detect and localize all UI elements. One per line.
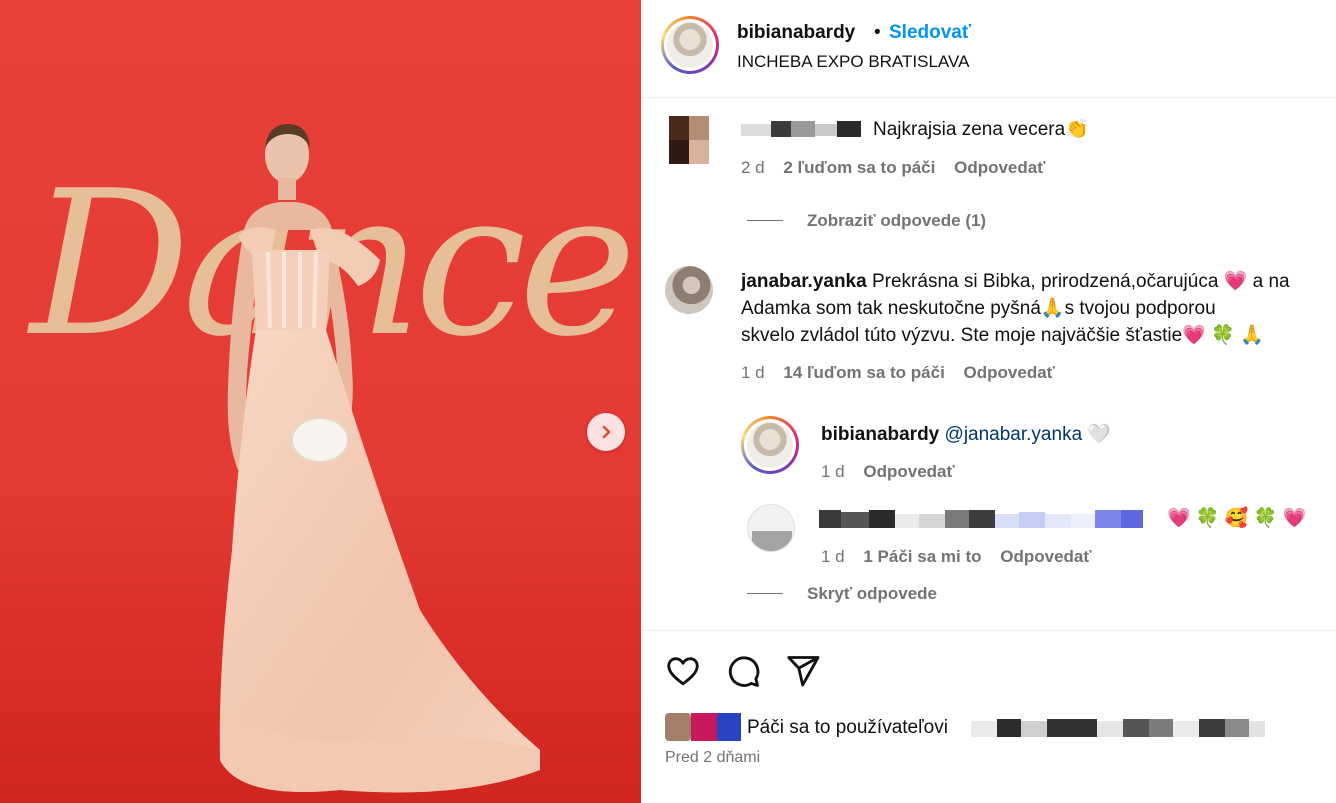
send-icon	[787, 656, 820, 687]
separator-dot: •	[874, 22, 881, 43]
comment-body: janabar.yanka Prekrásna si Bibka, prirod…	[741, 268, 1311, 349]
woman-in-gown-image	[219, 124, 540, 793]
reply-username[interactable]: bibianabardy	[821, 424, 939, 445]
share-button[interactable]	[785, 653, 821, 694]
comment-text-line-3: skvelo zvládol túto výzvu. Ste moje najv…	[741, 325, 1264, 346]
hide-replies-button[interactable]: Skryť odpovede	[807, 584, 937, 604]
comment-icon	[728, 656, 760, 687]
post-photo: Dance	[0, 0, 641, 803]
author-username[interactable]: bibianabardy	[737, 22, 855, 44]
reply-emojis: 💗 🍀 🥰 🍀 💗	[1167, 508, 1307, 529]
view-replies-button[interactable]: Zobraziť odpovede (1)	[807, 211, 986, 231]
redacted-liked-username	[971, 719, 1267, 739]
post-location[interactable]: INCHEBA EXPO BRATISLAVA	[737, 52, 969, 72]
commenter-avatar-blurred[interactable]	[665, 114, 713, 166]
comment-meta: 2 d 2 ľuďom sa to páči Odpovedať	[741, 158, 1045, 178]
liked-by-avatars[interactable]	[665, 713, 741, 743]
reply-meta: 1 d 1 Páči sa mi to Odpovedať	[821, 547, 1092, 567]
comment-time[interactable]: 2 d	[741, 158, 765, 177]
comment-meta: 1 d 14 ľuďom sa to páči Odpovedať	[741, 363, 1055, 383]
post-actions-bar: Páči sa to používateľovi Pred 2 dňami	[641, 630, 1336, 803]
post-side-panel: bibianabardy • Sledovať INCHEBA EXPO BRA…	[641, 0, 1336, 803]
reply-button[interactable]: Odpovedať	[964, 363, 1055, 382]
heart-icon	[667, 657, 699, 686]
commenter-avatar[interactable]	[665, 266, 713, 314]
reply-meta: 1 d Odpovedať	[821, 462, 955, 482]
commenter-username[interactable]: janabar.yanka	[741, 271, 867, 292]
reply-author-avatar[interactable]	[741, 416, 799, 474]
follow-button[interactable]: Sledovať	[889, 22, 971, 44]
replies-divider	[747, 593, 783, 594]
reply-button[interactable]: Odpovedať	[863, 462, 954, 481]
comment-text: Najkrajsia zena vecera👏	[873, 119, 1089, 140]
reply-emoji: 🤍	[1087, 424, 1112, 445]
post-header: bibianabardy • Sledovať INCHEBA EXPO BRA…	[641, 0, 1336, 98]
liked-by-text[interactable]: Páči sa to používateľovi	[747, 717, 948, 739]
replies-divider	[747, 220, 783, 221]
reply-time[interactable]: 1 d	[821, 547, 845, 566]
next-photo-button[interactable]	[587, 413, 625, 451]
comment-time[interactable]: 1 d	[741, 363, 765, 382]
reply-button[interactable]: Odpovedať	[954, 158, 1045, 177]
like-button[interactable]	[665, 653, 701, 694]
reply-mention[interactable]: @janabar.yanka	[945, 424, 1083, 445]
comment-likes[interactable]: 14 ľuďom sa to páči	[783, 363, 944, 382]
comment-button[interactable]	[725, 653, 761, 694]
reply-time[interactable]: 1 d	[821, 462, 845, 481]
reply-likes[interactable]: 1 Páči sa mi to	[863, 547, 981, 566]
comment-likes[interactable]: 2 ľuďom sa to páči	[783, 158, 935, 177]
author-avatar[interactable]	[661, 16, 719, 74]
comment-text-line-2: Adamka som tak neskutočne pyšná🙏s tvojou…	[741, 298, 1216, 319]
post-date[interactable]: Pred 2 dňami	[665, 749, 760, 767]
chevron-right-icon	[602, 425, 611, 439]
reply-author-avatar-blurred[interactable]	[747, 504, 795, 552]
reply-button[interactable]: Odpovedať	[1000, 547, 1091, 566]
redacted-username	[741, 121, 869, 139]
comment-text-line-1: Prekrásna si Bibka, prirodzená,očarujúca…	[871, 271, 1290, 292]
redacted-reply-text	[819, 510, 1159, 530]
reply-body: bibianabardy @janabar.yanka 🤍	[821, 421, 1111, 448]
